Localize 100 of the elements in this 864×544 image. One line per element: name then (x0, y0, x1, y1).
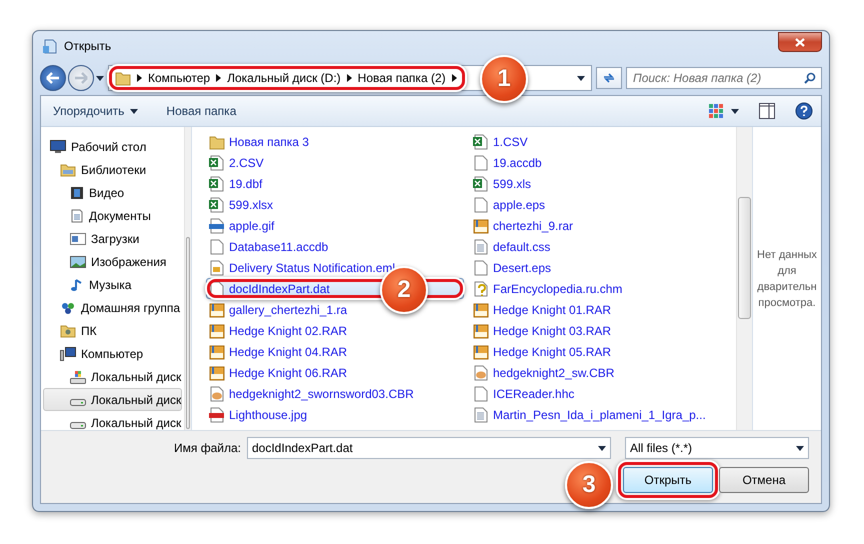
palette-file-icon (209, 386, 225, 402)
nav-item[interactable]: Домашняя группа (43, 296, 182, 319)
archive-icon (209, 322, 225, 338)
archive-icon (209, 344, 225, 360)
file-item[interactable]: apple.eps (470, 194, 728, 215)
nav-item[interactable]: Изображения (43, 250, 182, 273)
nav-item[interactable]: Музыка (43, 273, 182, 296)
preview-message: дварительн (757, 280, 817, 294)
computer-icon (60, 346, 76, 360)
file-item[interactable]: Delivery Status Notification.eml (206, 257, 464, 278)
document-icon (70, 208, 84, 222)
breadcrumb[interactable]: Компьютер (148, 71, 210, 85)
spreadsheet-icon (209, 196, 225, 212)
file-item[interactable]: ICEReader.hhc (470, 383, 728, 404)
filename-field[interactable]: docIdIndexPart.dat (247, 437, 611, 459)
nav-item[interactable]: Рабочий стол (43, 135, 182, 158)
preview-pane-icon[interactable] (759, 103, 775, 119)
file-item[interactable]: 599.xls (470, 173, 728, 194)
nav-item[interactable]: Загрузки (43, 227, 182, 250)
nav-item[interactable]: Локальный диск (43, 365, 182, 388)
scrollbar[interactable] (736, 127, 752, 430)
file-item[interactable]: Новая папка 3 (206, 131, 464, 152)
file-item[interactable]: Hedge Knight 06.RAR (206, 362, 464, 383)
picture-icon (70, 254, 86, 268)
dialog-button[interactable]: Открыть (623, 467, 713, 493)
file-item[interactable]: 19.accdb (470, 152, 728, 173)
file-item[interactable]: Hedge Knight 02.RAR (206, 320, 464, 341)
file-item[interactable]: Hedge Knight 01.RAR (470, 299, 728, 320)
file-item[interactable]: gallery_chertezhi_1.ra (206, 299, 464, 320)
file-item[interactable]: Hedge Knight 04.RAR (206, 341, 464, 362)
back-button[interactable] (40, 65, 66, 91)
nav-item[interactable]: Компьютер (43, 342, 182, 365)
file-item[interactable]: 1.CSV (470, 131, 728, 152)
file-item[interactable]: Hedge Knight 05.RAR (470, 341, 728, 362)
image-file-icon (209, 218, 225, 234)
refresh-button[interactable] (596, 67, 622, 89)
user-folder-icon (60, 324, 76, 338)
file-item[interactable]: 2.CSV (206, 152, 464, 173)
folder-icon (209, 134, 225, 150)
file-item[interactable]: Hedge Knight 03.RAR (470, 320, 728, 341)
organize-menu[interactable]: Упорядочить (49, 102, 142, 120)
spreadsheet-icon (473, 176, 489, 192)
music-note-icon (70, 278, 84, 292)
nav-item[interactable]: ПК (43, 319, 182, 342)
arrow-left-icon (46, 72, 60, 84)
filename-label: Имя файла: (174, 441, 241, 455)
spreadsheet-icon (209, 154, 225, 170)
chevron-right-icon (216, 74, 222, 82)
chevron-right-icon (452, 74, 457, 82)
new-folder-button[interactable]: Новая папка (162, 102, 240, 120)
preview-message: Нет данных (757, 248, 817, 262)
file-icon (473, 260, 489, 276)
forward-button[interactable] (68, 65, 94, 91)
breadcrumb[interactable]: Новая папка (2) (358, 71, 446, 85)
nav-item[interactable]: Библиотеки (43, 158, 182, 181)
homegroup-icon (60, 300, 76, 314)
file-item[interactable]: hedgeknight2_swornsword03.CBR (206, 383, 464, 404)
breadcrumb[interactable]: Локальный диск (D:) (227, 71, 341, 85)
view-grid-icon[interactable] (709, 104, 723, 118)
refresh-icon (602, 72, 616, 84)
palette-file-icon (473, 364, 489, 380)
app-icon (42, 38, 58, 54)
file-item[interactable]: FarEncyclopedia.ru.chm (470, 278, 728, 299)
nav-item[interactable]: Локальный диск (43, 411, 182, 434)
file-item[interactable]: chertezhi_9.rar (470, 215, 728, 236)
spreadsheet-icon (473, 134, 489, 150)
nav-item[interactable]: Локальный диск (43, 388, 182, 411)
nav-item[interactable]: Видео (43, 181, 182, 204)
file-type-dropdown[interactable]: All files (*.*) (625, 437, 809, 459)
archive-icon (473, 218, 489, 234)
search-field[interactable]: Поиск: Новая папка (2) (626, 67, 822, 89)
file-item[interactable]: Desert.eps (470, 257, 728, 278)
archive-icon (473, 302, 489, 318)
file-icon (473, 196, 489, 212)
help-file-icon (473, 280, 489, 296)
mail-file-icon (209, 260, 225, 276)
monitor-icon (50, 140, 66, 154)
film-icon (70, 186, 84, 200)
chevron-right-icon (137, 74, 142, 82)
dialog-button[interactable]: Отмена (719, 467, 809, 493)
caret-icon[interactable] (731, 108, 739, 114)
file-item[interactable]: hedgeknight2_sw.CBR (470, 362, 728, 383)
file-item[interactable]: default.css (470, 236, 728, 257)
nav-item[interactable]: Документы (43, 204, 182, 227)
folder-icon (115, 70, 131, 86)
close-button[interactable] (778, 32, 822, 52)
window-title: Открыть (64, 39, 112, 53)
text-file-icon (473, 406, 489, 422)
file-item[interactable]: 19.dbf (206, 173, 464, 194)
spreadsheet-icon (209, 176, 225, 192)
scrollbar[interactable] (184, 127, 191, 430)
file-item[interactable]: Lighthouse.jpg (206, 404, 464, 425)
file-item[interactable]: Database11.accdb (206, 236, 464, 257)
help-icon[interactable] (795, 102, 813, 120)
file-item[interactable]: Martin_Pesn_Ida_i_plameni_1_Igra_p... (470, 404, 728, 425)
file-icon (473, 154, 489, 170)
preview-message: просмотра. (758, 296, 816, 310)
file-item[interactable]: apple.gif (206, 215, 464, 236)
file-item[interactable]: 599.xlsx (206, 194, 464, 215)
drive-icon (70, 398, 86, 406)
